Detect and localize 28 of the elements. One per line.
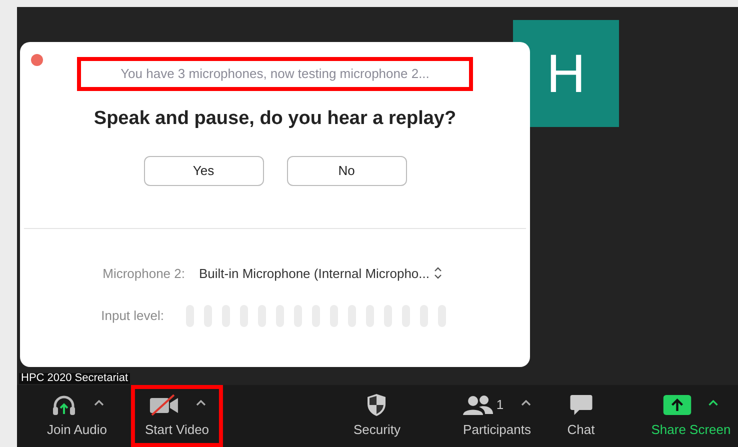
toolbar-button[interactable]: 1 Participants <box>459 385 535 447</box>
toolbar-button[interactable]: Join Audio <box>43 385 111 447</box>
chevron-updown-icon <box>434 267 442 280</box>
caret-icon <box>708 400 718 406</box>
toolbar-button[interactable]: Start Video <box>130 385 224 447</box>
share-screen-icon <box>664 394 692 415</box>
yes-button[interactable]: Yes <box>144 156 264 186</box>
shield-icon <box>367 392 387 417</box>
dialog-title: Speak and pause, do you hear a replay? <box>94 107 456 131</box>
people-icon <box>463 394 494 415</box>
participant-name: HPC 2020 Secretariat <box>19 373 130 384</box>
field-label: Input level: <box>100 307 164 326</box>
close-button[interactable] <box>31 54 43 66</box>
caret-icon <box>520 400 531 406</box>
toolbar-button[interactable]: Chat <box>563 385 599 447</box>
toolbar-button[interactable]: Share Screen <box>647 385 735 447</box>
caret-icon <box>94 400 104 406</box>
participant-initial: H <box>546 46 586 100</box>
headphones-icon <box>50 394 76 416</box>
microphone-select[interactable]: Built-in Microphone (Internal Micropho... <box>199 264 442 283</box>
participant-count: 1 <box>496 396 504 414</box>
dialog-subtitle: You have 3 microphones, now testing microphone 2... <box>77 57 473 91</box>
toolbar-button[interactable]: Security <box>350 385 404 447</box>
no-button[interactable]: No <box>286 156 406 186</box>
chat-bubble-icon <box>569 394 593 416</box>
field-label: Microphone 2: <box>102 264 185 283</box>
caret-icon <box>196 400 206 406</box>
video-off-icon <box>148 394 178 416</box>
